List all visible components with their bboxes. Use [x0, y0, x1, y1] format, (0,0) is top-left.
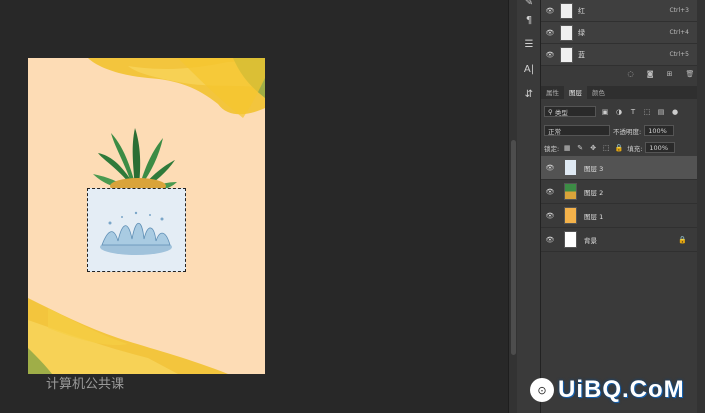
layer-name: 图层 1	[584, 212, 604, 221]
filter-toggle-icon[interactable]: ●	[670, 108, 680, 116]
layer-name: 图层 3	[584, 164, 604, 173]
layer-thumbnail	[564, 207, 577, 224]
brush-icon[interactable]: ✎	[521, 0, 537, 10]
layer-name: 图层 2	[584, 188, 604, 197]
lock-all-icon[interactable]: 🔒	[614, 144, 624, 152]
visibility-eye-icon[interactable]: 👁	[544, 7, 556, 15]
fill-label: 填充:	[627, 144, 643, 153]
channel-name: 绿	[578, 28, 585, 37]
channel-name: 蓝	[578, 50, 585, 59]
visibility-eye-icon[interactable]: 👁	[544, 212, 556, 220]
layer-name: 背景	[584, 236, 597, 245]
history-icon[interactable]: ⇵	[521, 86, 537, 102]
channel-shortcut: Ctrl+4	[669, 29, 689, 36]
visibility-eye-icon[interactable]: 👁	[544, 29, 556, 37]
channel-row-red[interactable]: 👁 红 Ctrl+3	[541, 0, 697, 22]
panel-scrollbar[interactable]	[697, 0, 705, 413]
lock-transparent-icon[interactable]: ▦	[562, 144, 572, 152]
lock-position-icon[interactable]: ✥	[588, 144, 598, 152]
channel-shortcut: Ctrl+5	[669, 51, 689, 58]
layer-row[interactable]: 👁 图层 2	[541, 180, 697, 204]
scrollbar-thumb[interactable]	[511, 140, 516, 355]
channel-shortcut: Ctrl+3	[669, 7, 689, 14]
selection-marquee[interactable]	[87, 188, 186, 272]
layer-row[interactable]: 👁 图层 1	[541, 204, 697, 228]
layers-list: 👁 图层 3 👁 图层 2 👁 图层 1 👁 背景 🔒	[541, 156, 697, 252]
blend-row: 正常 不透明度: 100%	[544, 124, 700, 137]
watermark-text: UiBQ.CoM	[558, 376, 685, 403]
adjustments-icon[interactable]: ☰	[521, 36, 537, 52]
layer-thumbnail	[564, 159, 577, 176]
water-splash-image	[88, 189, 185, 271]
channel-thumbnail	[560, 46, 573, 63]
pixel-filter-icon[interactable]: ▣	[600, 108, 610, 116]
layer-thumbnail	[564, 183, 577, 200]
lock-row: 锁定: ▦ ✎ ✥ ⬚ 🔒 填充: 100%	[544, 141, 700, 154]
layer-filter-row: ⚲ 类型 ▣ ◑ T ⬚ ▤ ●	[544, 105, 700, 118]
canvas-vertical-scrollbar[interactable]	[508, 0, 517, 413]
visibility-eye-icon[interactable]: 👁	[544, 188, 556, 196]
channel-row-green[interactable]: 👁 绿 Ctrl+4	[541, 22, 697, 44]
tab-layers[interactable]: 图层	[564, 85, 587, 99]
layer-row[interactable]: 👁 背景 🔒	[541, 228, 697, 252]
watermark: ⊙ UiBQ.CoM	[530, 370, 705, 410]
paragraph-icon[interactable]: ¶	[521, 12, 537, 28]
tab-color[interactable]: 颜色	[587, 85, 610, 99]
layer-row[interactable]: 👁 图层 3	[541, 156, 697, 180]
opacity-label: 不透明度:	[613, 127, 642, 136]
lock-icon: 🔒	[678, 235, 687, 244]
layer-thumbnail	[564, 231, 577, 248]
fill-input[interactable]: 100%	[645, 142, 676, 153]
filter-kind-select[interactable]: ⚲ 类型	[544, 106, 596, 117]
search-icon: ⚲	[548, 107, 555, 116]
panel-tabs: 属性 图层 颜色	[541, 85, 705, 99]
filter-kind-value: 类型	[554, 108, 568, 117]
canvas-workspace[interactable]: 计算机公共课	[0, 0, 508, 413]
channel-name: 红	[578, 6, 585, 15]
watermark-logo-icon: ⊙	[530, 378, 554, 402]
watermark-background-text: 计算机公共课	[46, 377, 125, 392]
opacity-input[interactable]: 100%	[644, 125, 675, 136]
right-panels: 👁 红 Ctrl+3 👁 绿 Ctrl+4 👁 蓝 Ctrl+5 ◌ ◙ ⊞ 🗑…	[541, 0, 705, 413]
new-channel-icon[interactable]: ⊞	[667, 70, 673, 80]
type-filter-icon[interactable]: T	[628, 108, 638, 116]
blend-mode-select[interactable]: 正常	[544, 125, 610, 136]
channel-thumbnail	[560, 24, 573, 41]
character-icon[interactable]: A|	[521, 61, 537, 77]
adjustment-filter-icon[interactable]: ◑	[614, 108, 624, 116]
channel-thumbnail	[560, 2, 573, 19]
tab-properties[interactable]: 属性	[541, 85, 564, 99]
load-selection-icon[interactable]: ◌	[628, 70, 634, 80]
visibility-eye-icon[interactable]: 👁	[544, 51, 556, 59]
document-canvas[interactable]	[28, 58, 265, 374]
channel-actions: ◌ ◙ ⊞ 🗑	[621, 70, 701, 80]
lock-label: 锁定:	[544, 144, 560, 153]
visibility-eye-icon[interactable]: 👁	[544, 164, 556, 172]
lock-artboard-icon[interactable]: ⬚	[601, 144, 611, 152]
lock-image-icon[interactable]: ✎	[575, 144, 585, 152]
panel-tool-column: ✎ ¶ ☰ A| ⇵	[517, 0, 541, 413]
visibility-eye-icon[interactable]: 👁	[544, 236, 556, 244]
smart-object-filter-icon[interactable]: ▤	[656, 108, 666, 116]
shape-filter-icon[interactable]: ⬚	[642, 108, 652, 116]
channel-row-blue[interactable]: 👁 蓝 Ctrl+5	[541, 44, 697, 66]
delete-channel-icon[interactable]: 🗑	[686, 70, 695, 80]
save-selection-icon[interactable]: ◙	[647, 70, 654, 80]
